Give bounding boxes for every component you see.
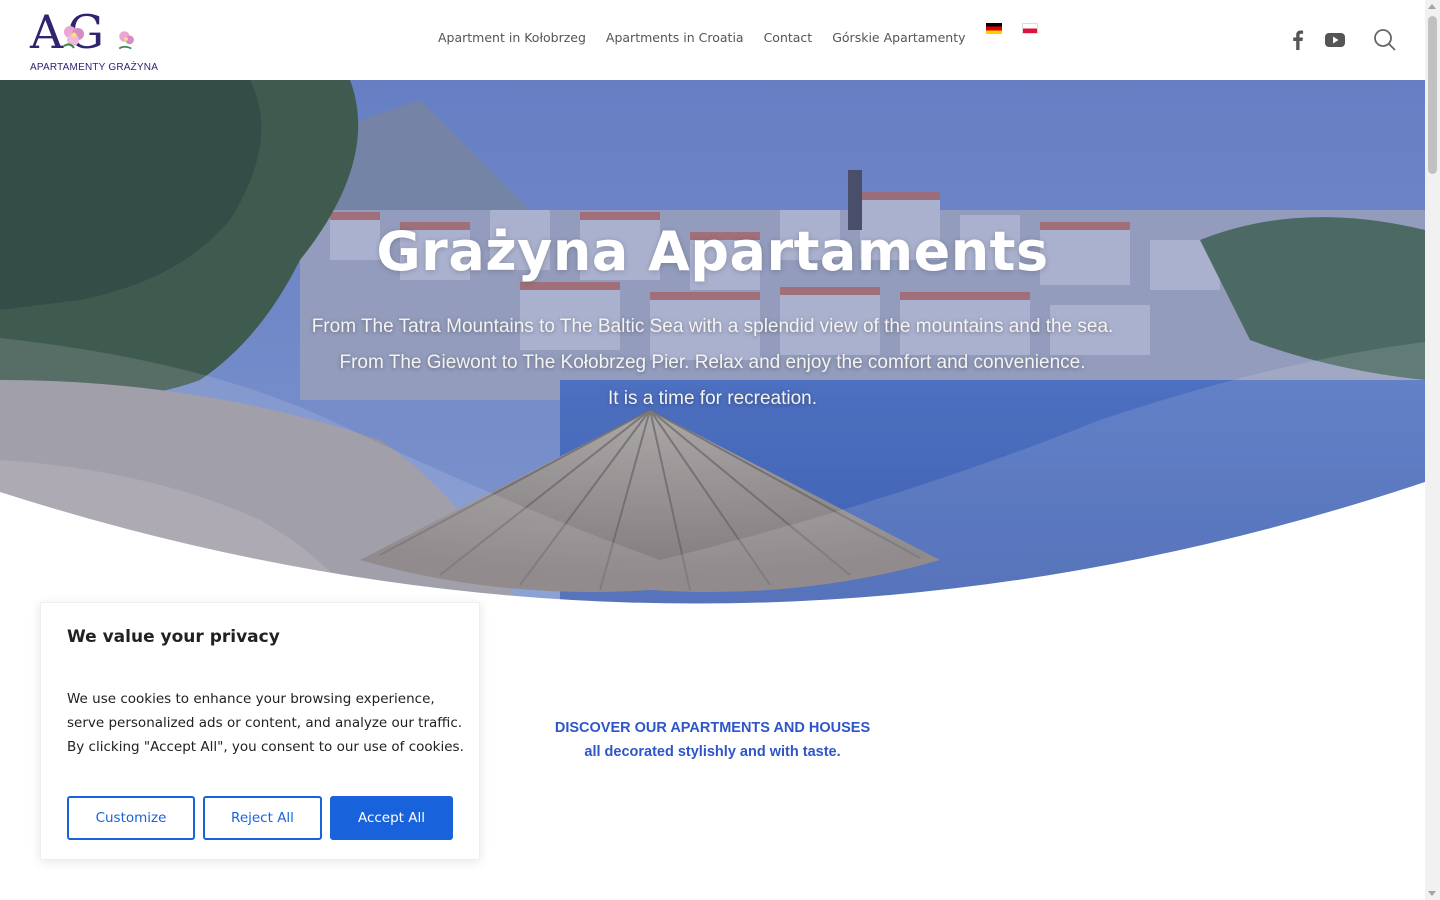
hero-background-image [0,80,1425,610]
hero-section: Grażyna Apartaments From The Tatra Mount… [0,80,1425,610]
nav-item-croatia[interactable]: Apartments in Croatia [606,30,744,45]
site-logo[interactable]: AG APARTAMENTY GRAŻYNA [30,4,159,74]
search-icon[interactable] [1373,28,1397,57]
polish-flag-icon[interactable] [1021,23,1038,34]
site-header: AG APARTAMENTY GRAŻYNA Apartment in Koło… [0,0,1425,80]
social-links [1289,28,1397,57]
nav-item-contact[interactable]: Contact [764,30,813,45]
customize-button[interactable]: Customize [67,796,195,840]
hero-subtitle-line-1: From The Tatra Mountains to The Baltic S… [311,316,1114,337]
scroll-down-arrow-icon[interactable] [1428,891,1436,896]
scrollbar-thumb[interactable] [1428,16,1437,174]
accept-all-button[interactable]: Accept All [330,796,453,840]
main-nav: Apartment in Kołobrzeg Apartments in Cro… [428,23,1048,45]
reject-all-button[interactable]: Reject All [203,796,322,840]
cookie-title: We value your privacy [67,627,280,647]
nav-item-kolobrzeg[interactable]: Apartment in Kołobrzeg [438,30,586,45]
nav-item-gorskie[interactable]: Górskie Apartamenty [832,30,965,45]
cookie-description: We use cookies to enhance your browsing … [67,691,464,755]
facebook-icon[interactable] [1289,29,1307,56]
hero-subtitle-line-2: From The Giewont to The Kołobrzeg Pier. … [339,352,1086,373]
youtube-icon[interactable] [1325,32,1345,53]
logo-text: APARTAMENTY GRAŻYNA [30,62,159,73]
flower-icon [63,26,84,49]
german-flag-icon[interactable] [985,23,1002,34]
hero-subtitle-line-3: It is a time for recreation. [607,388,818,409]
cookie-consent-banner: We value your privacy We use cookies to … [40,602,480,860]
flower-icon [118,31,134,50]
page-scrollbar[interactable] [1425,0,1440,900]
hero-title: Grażyna Apartaments [376,220,1049,283]
scroll-up-arrow-icon[interactable] [1428,4,1436,9]
